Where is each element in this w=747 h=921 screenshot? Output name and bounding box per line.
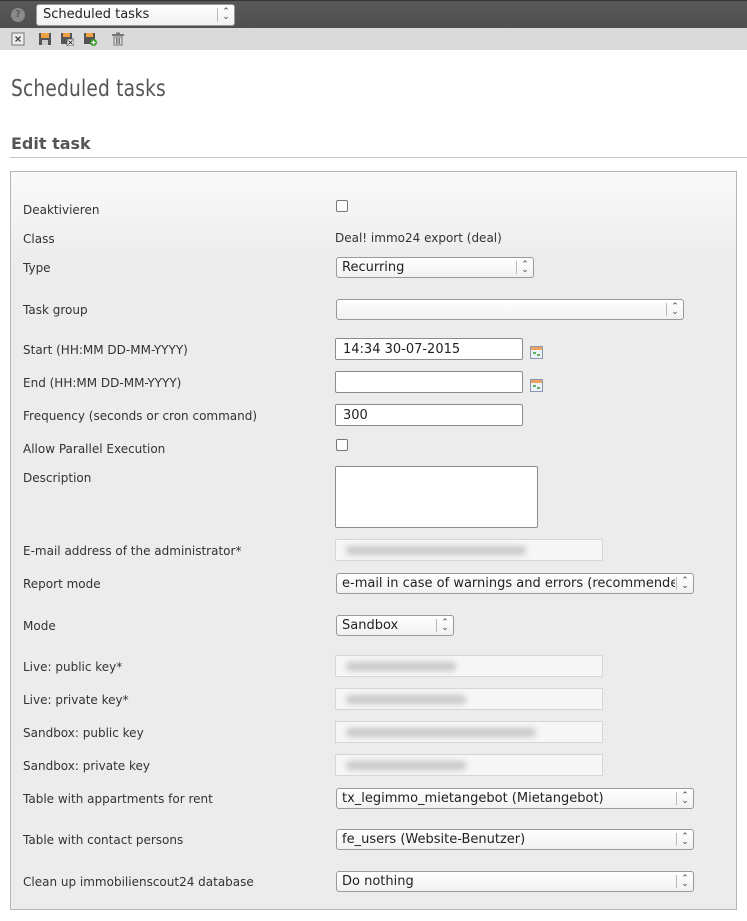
description-label: Description: [23, 471, 92, 485]
toolbar: [0, 28, 747, 50]
live-private-key-input[interactable]: [335, 688, 603, 710]
type-label: Type: [23, 261, 51, 275]
mode-select-value: Sandbox: [342, 618, 399, 633]
type-select[interactable]: Recurring ⌃ ⌄: [336, 257, 534, 278]
chevron-updown-icon: ⌃ ⌄: [217, 8, 234, 22]
task-group-select[interactable]: ⌃ ⌄: [336, 299, 684, 320]
report-mode-label: Report mode: [23, 577, 101, 591]
rent-table-label: Table with appartments for rent: [23, 792, 213, 806]
chevron-updown-icon: ⌃ ⌄: [676, 832, 693, 846]
save-and-new-icon[interactable]: [83, 32, 97, 46]
start-label: Start (HH:MM DD-MM-YYYY): [23, 343, 188, 357]
section-title: Edit task: [11, 134, 91, 153]
help-icon[interactable]: ?: [11, 8, 25, 22]
deactivate-checkbox[interactable]: [336, 200, 348, 212]
live-public-key-label: Live: public key*: [23, 660, 123, 674]
live-public-key-input[interactable]: [335, 655, 603, 677]
sandbox-public-key-input[interactable]: [335, 721, 603, 743]
calendar-icon[interactable]: [530, 346, 543, 359]
admin-email-label: E-mail address of the administrator*: [23, 544, 242, 558]
report-mode-select-value: e-mail in case of warnings and errors (r…: [342, 576, 675, 591]
module-select[interactable]: Scheduled tasks ⌃ ⌄: [36, 4, 235, 26]
save-and-close-icon[interactable]: [60, 32, 74, 46]
start-input[interactable]: 14:34 30-07-2015: [335, 338, 523, 360]
delete-icon[interactable]: [111, 32, 125, 46]
deactivate-label: Deaktivieren: [23, 203, 100, 217]
parallel-checkbox[interactable]: [336, 439, 348, 451]
rent-table-select[interactable]: tx_legimmo_mietangebot (Mietangebot) ⌃ ⌄: [336, 788, 694, 809]
calendar-icon[interactable]: [530, 379, 543, 392]
cleanup-label: Clean up immobilienscout24 database: [23, 875, 254, 889]
contact-table-label: Table with contact persons: [23, 833, 184, 847]
frequency-label: Frequency (seconds or cron command): [23, 409, 258, 423]
end-input[interactable]: [335, 371, 523, 393]
contact-table-select-value: fe_users (Website-Benutzer): [342, 832, 526, 847]
module-select-value: Scheduled tasks: [43, 7, 150, 22]
chevron-updown-icon: ⌃ ⌄: [676, 791, 693, 805]
type-select-value: Recurring: [342, 260, 405, 275]
live-private-key-label: Live: private key*: [23, 693, 129, 707]
chevron-updown-icon: ⌃ ⌄: [676, 576, 693, 590]
chevron-updown-icon: ⌃ ⌄: [436, 618, 453, 632]
chevron-updown-icon: ⌃ ⌄: [676, 874, 693, 888]
section-divider: [10, 157, 747, 158]
description-textarea[interactable]: [335, 466, 538, 528]
page-title: Scheduled tasks: [11, 76, 166, 102]
sandbox-private-key-label: Sandbox: private key: [23, 759, 150, 773]
save-icon[interactable]: [38, 32, 52, 46]
parallel-label: Allow Parallel Execution: [23, 442, 166, 456]
rent-table-select-value: tx_legimmo_mietangebot (Mietangebot): [342, 791, 604, 806]
sandbox-private-key-input[interactable]: [335, 754, 603, 776]
admin-email-input[interactable]: [335, 539, 603, 561]
frequency-input[interactable]: 300: [335, 404, 523, 426]
top-bar: ? Scheduled tasks ⌃ ⌄: [0, 0, 747, 28]
cleanup-select[interactable]: Do nothing ⌃ ⌄: [336, 871, 694, 892]
sandbox-public-key-label: Sandbox: public key: [23, 726, 144, 740]
chevron-updown-icon: ⌃ ⌄: [516, 260, 533, 274]
report-mode-select[interactable]: e-mail in case of warnings and errors (r…: [336, 573, 694, 594]
chevron-updown-icon: ⌃ ⌄: [666, 302, 683, 316]
class-value: Deal! immo24 export (deal): [335, 231, 502, 245]
contact-table-select[interactable]: fe_users (Website-Benutzer) ⌃ ⌄: [336, 829, 694, 850]
mode-select[interactable]: Sandbox ⌃ ⌄: [336, 615, 454, 636]
end-label: End (HH:MM DD-MM-YYYY): [23, 376, 182, 390]
class-label: Class: [23, 232, 55, 246]
mode-label: Mode: [23, 619, 56, 633]
task-group-label: Task group: [23, 303, 88, 317]
cleanup-select-value: Do nothing: [342, 874, 414, 889]
close-icon[interactable]: [11, 32, 25, 46]
